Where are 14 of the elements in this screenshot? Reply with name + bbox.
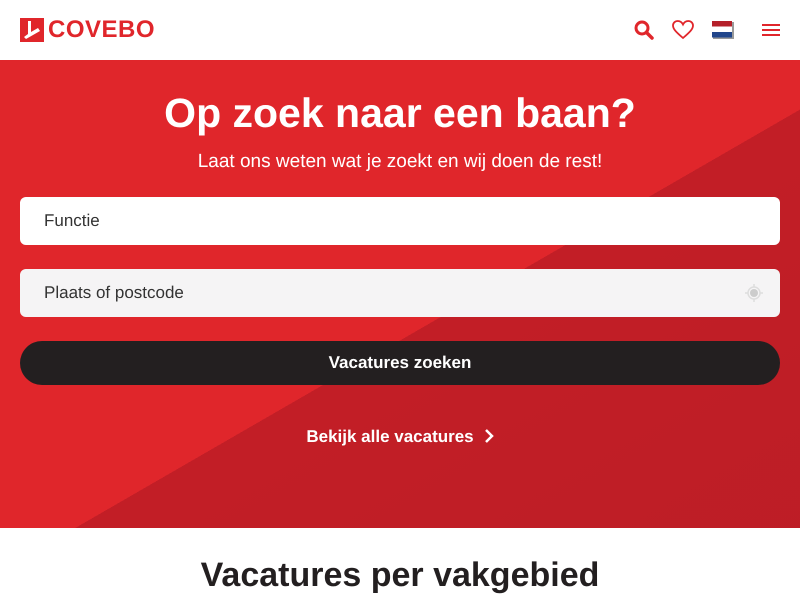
all-vacancies-link[interactable]: Bekijk alle vacatures (306, 427, 494, 447)
input-field[interactable]: Plaats of postcode (20, 269, 780, 317)
flag-icon[interactable] (712, 21, 734, 39)
logo-text: COVEBO (48, 16, 156, 44)
section-title: Vacatures per vakgebied (200, 556, 600, 595)
search-icon[interactable] (634, 20, 654, 40)
hero-title: Op zoek naar een baan? (163, 90, 637, 137)
search-button[interactable]: Vacatures zoeken (20, 341, 780, 385)
menu-icon[interactable] (762, 23, 780, 37)
heart-icon[interactable] (672, 20, 694, 40)
logo-icon (20, 18, 44, 42)
chevron-right-icon[interactable] (484, 428, 494, 444)
hero-subtitle: Laat ons weten wat je zoekt en wij doen de rest! (196, 151, 604, 173)
input-field[interactable]: Functie (20, 197, 780, 245)
